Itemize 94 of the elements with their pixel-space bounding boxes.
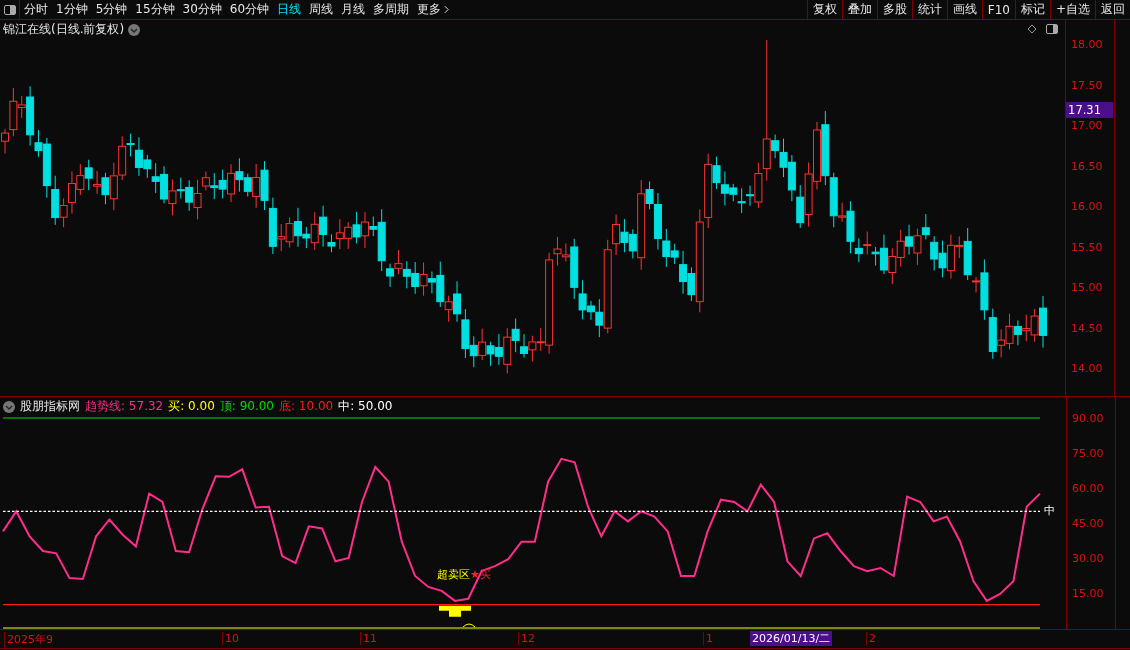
indicator-axis-label: 15.00: [1072, 587, 1104, 600]
candlestick: [511, 318, 520, 353]
oversold-marker: [439, 605, 472, 617]
toolbar-button[interactable]: 多股: [876, 0, 912, 19]
indicator-readout: 顶: 90.00: [219, 398, 274, 415]
candlestick: [913, 228, 922, 266]
indicator-readout: 趋势线: 57.32: [85, 398, 164, 415]
candlestick: [344, 221, 353, 250]
candlestick: [938, 240, 947, 278]
price-label: 14.50: [1071, 321, 1103, 334]
candlestick: [737, 187, 746, 214]
diamond-icon[interactable]: [1027, 24, 1038, 34]
indicator-axis-label: 90.00: [1072, 412, 1104, 425]
toolbar-button[interactable]: 画线: [946, 0, 982, 19]
indicator-readout: 中: 50.00: [338, 398, 393, 415]
date-label: 2: [866, 632, 876, 645]
indicator-readout: 买: 0.00: [168, 398, 215, 415]
candlestick: [411, 261, 420, 295]
layout-icon[interactable]: [1045, 22, 1060, 36]
candlestick: [1022, 314, 1031, 342]
candlestick: [402, 260, 411, 289]
price-label: 15.50: [1071, 240, 1103, 253]
indicator-axis-label: 30.00: [1072, 552, 1104, 565]
period-tab[interactable]: 更多: [413, 1, 454, 18]
period-tab[interactable]: 日线: [273, 1, 306, 18]
date-label: 11: [360, 632, 377, 645]
candlestick: [503, 327, 512, 374]
date-label: 10: [222, 632, 239, 645]
toolbar-button[interactable]: 标记: [1014, 0, 1050, 19]
price-label: 14.00: [1071, 361, 1103, 375]
buy-signal-bump: [462, 623, 476, 628]
candlestick: [394, 249, 403, 275]
candlestick: [921, 213, 930, 240]
candlestick: [486, 341, 495, 367]
price-label: 15.00: [1071, 280, 1103, 294]
toolbar-button[interactable]: 叠加: [841, 0, 877, 19]
candlestick: [888, 247, 897, 285]
candlestick: [620, 218, 629, 253]
candlestick: [1013, 319, 1022, 346]
candlestick: [905, 224, 914, 256]
candlestick: [352, 211, 361, 244]
cursor-date-tag: 2026/01/13/二: [750, 631, 833, 646]
indicator-axis-label: 75.00: [1072, 447, 1104, 460]
price-label: 17.00: [1071, 118, 1103, 132]
candlestick: [210, 172, 219, 200]
period-tab[interactable]: 1分钟: [52, 1, 92, 18]
current-price-tag: 17.31: [1066, 102, 1114, 118]
period-tab[interactable]: 5分钟: [91, 1, 132, 18]
oversold-zone-label: 超卖区: [437, 566, 470, 582]
period-tab[interactable]: 分时: [20, 1, 52, 18]
candlestick: [1005, 313, 1014, 350]
period-tab[interactable]: 30分钟: [178, 1, 226, 18]
period-tab[interactable]: 周线: [305, 1, 338, 18]
date-label: 1: [703, 632, 713, 645]
candlestick: [863, 231, 872, 255]
indicator-axis-label: 45.00: [1072, 517, 1104, 530]
candlestick: [528, 335, 537, 363]
candlestick: [151, 162, 160, 194]
candlestick: [896, 229, 905, 268]
date-label: 2025年9: [4, 632, 53, 647]
period-tab[interactable]: 多周期: [369, 1, 414, 18]
toolbar-button[interactable]: 返回: [1095, 0, 1130, 19]
candlestick: [84, 159, 93, 191]
candlestick: [260, 160, 269, 211]
price-label: 18.00: [1071, 37, 1103, 51]
period-tab[interactable]: 60分钟: [225, 1, 274, 18]
period-tab[interactable]: 月线: [337, 1, 370, 18]
chevron-down-icon[interactable]: [128, 23, 141, 36]
toolbar-button[interactable]: 统计: [911, 0, 947, 19]
toolbar-button[interactable]: 复权: [806, 0, 842, 19]
candlestick: [218, 169, 227, 199]
candlestick: [76, 163, 85, 196]
buy-signal-label: ★买: [470, 566, 491, 582]
price-label: 17.50: [1071, 78, 1103, 91]
indicator-name: 股朋指标网: [20, 398, 80, 415]
candlestick: [478, 328, 487, 361]
candlestick: [285, 216, 294, 248]
price-label: 16.50: [1071, 159, 1103, 172]
chart-title: 锦江在线(日线.前复权): [3, 21, 125, 38]
toolbar-button[interactable]: F10: [981, 0, 1015, 19]
candlestick: [787, 154, 796, 202]
mid-line-label: 中: [1044, 503, 1055, 519]
toolbar-button[interactable]: +自选: [1049, 0, 1095, 19]
date-label: 12: [518, 632, 535, 645]
indicator-readout: 底: 10.00: [279, 398, 334, 415]
chevron-down-icon[interactable]: [3, 400, 15, 413]
period-tab[interactable]: 15分钟: [131, 1, 179, 18]
chevron-right-icon: [444, 5, 450, 14]
candlestick: [93, 170, 102, 195]
candlestick: [494, 333, 503, 366]
candlestick: [160, 165, 169, 204]
indicator-axis-label: 60.00: [1072, 482, 1104, 495]
candlestick: [930, 235, 939, 272]
price-label: 16.00: [1071, 199, 1103, 213]
